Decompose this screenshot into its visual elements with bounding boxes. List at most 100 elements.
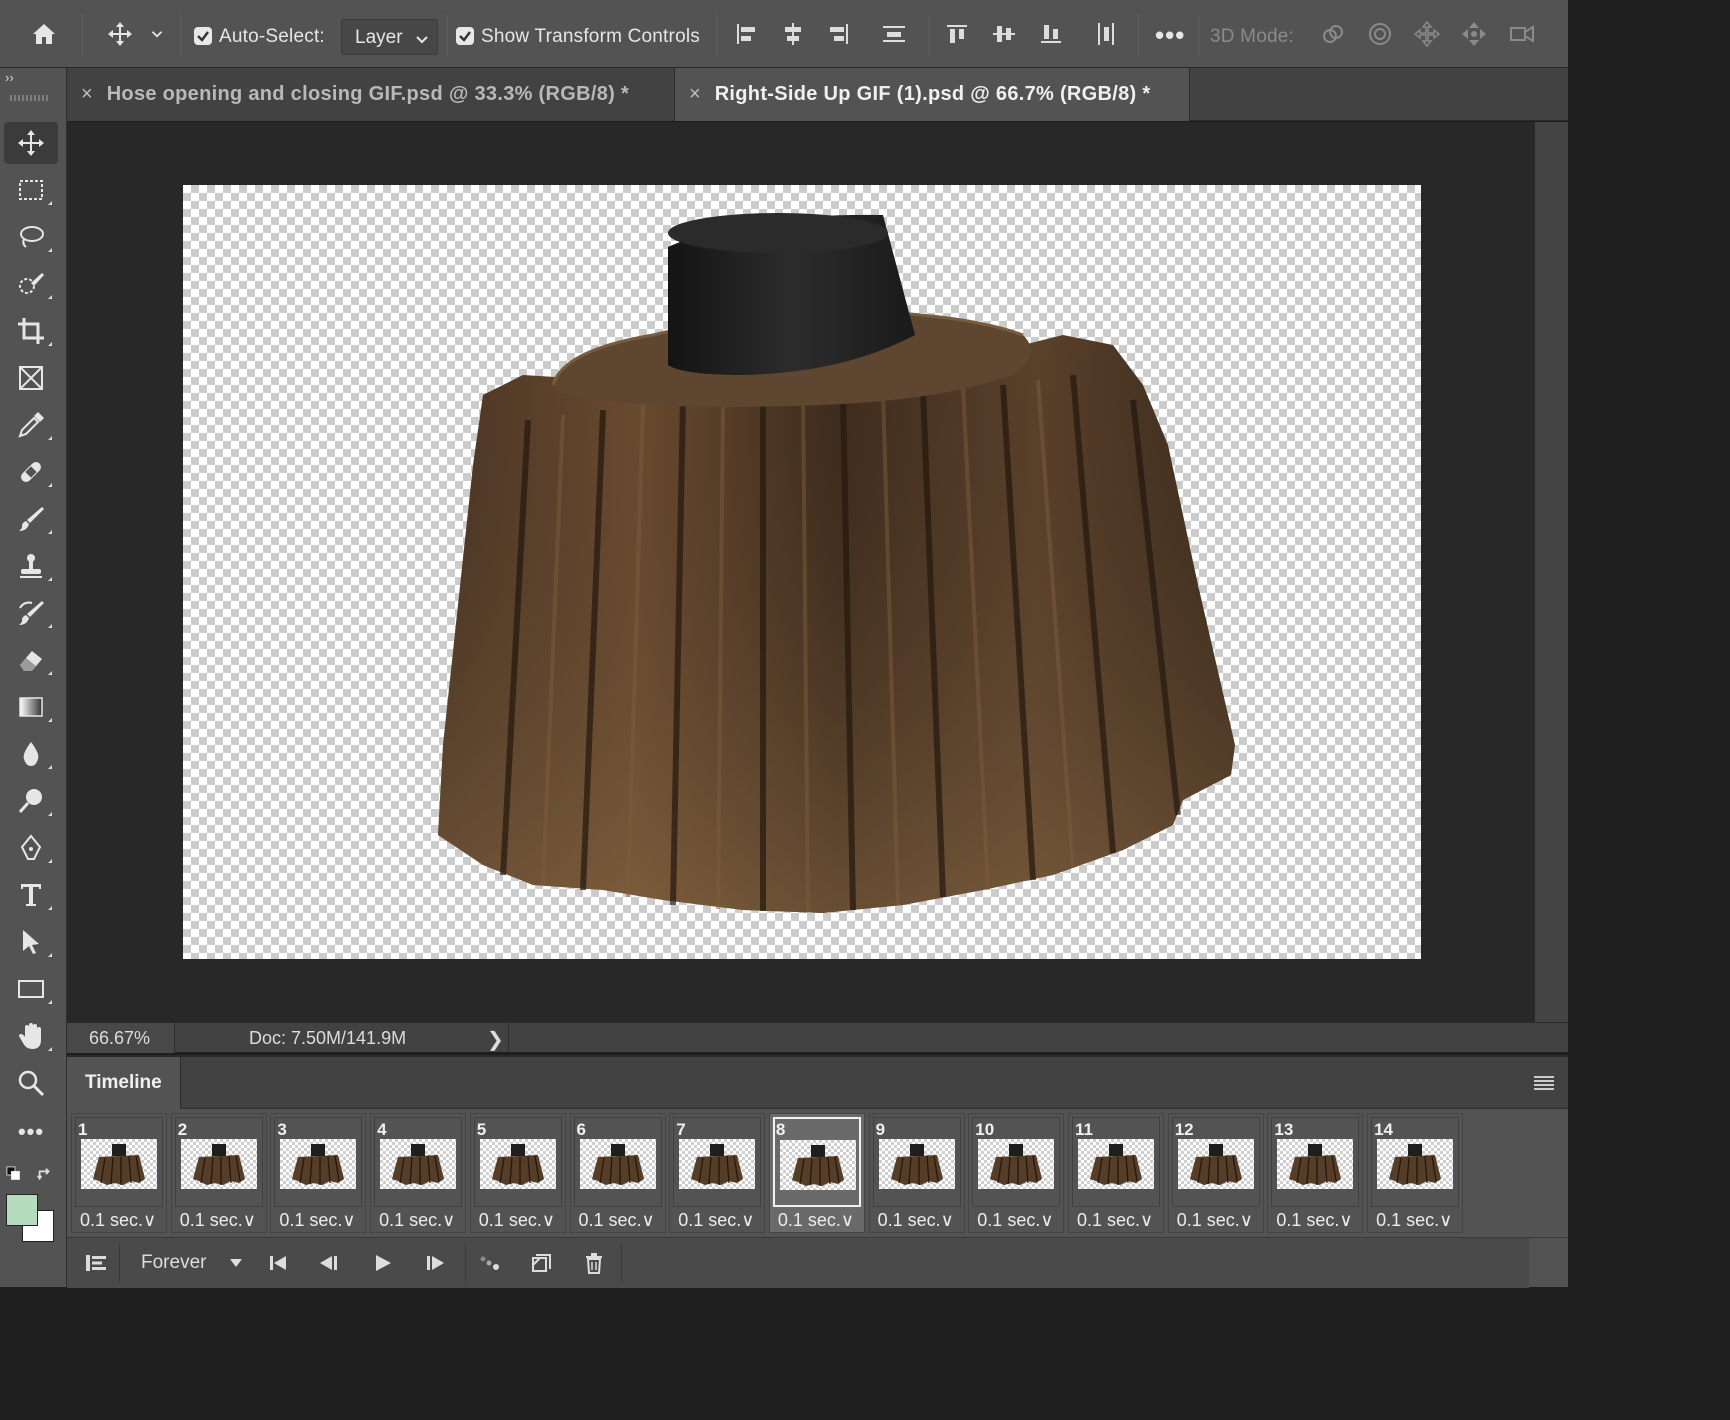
lasso-tool-button[interactable] (4, 216, 58, 258)
timeline-frame[interactable]: 6 0.1 sec.∨ (569, 1113, 666, 1233)
close-tab-icon[interactable]: × (81, 83, 93, 106)
play-icon[interactable] (368, 1248, 398, 1278)
document-tab[interactable]: × Hose opening and closing GIF.psd @ 33.… (67, 68, 673, 121)
foreground-color-swatch[interactable] (6, 1194, 38, 1226)
brush-tool-button[interactable] (4, 498, 58, 540)
history-brush-tool-button[interactable] (4, 592, 58, 634)
toolbar-grip[interactable] (10, 95, 48, 101)
document-canvas[interactable] (183, 185, 1421, 959)
timeline-frame[interactable]: 4 0.1 sec.∨ (370, 1113, 467, 1233)
rectangle-tool-button[interactable] (4, 968, 58, 1010)
brush-icon (19, 507, 44, 531)
quick-selection-tool-button[interactable] (4, 263, 58, 305)
type-tool-button[interactable] (4, 874, 58, 916)
loop-options-dropdown[interactable]: Forever (125, 1246, 251, 1280)
hand-tool-button[interactable] (4, 1015, 58, 1057)
crop-tool-button[interactable] (4, 310, 58, 352)
timeline-frame[interactable]: 7 0.1 sec.∨ (669, 1113, 766, 1233)
path-selection-tool-button[interactable] (4, 921, 58, 963)
frame-delay-dropdown[interactable]: 0.1 sec.∨ (778, 1210, 854, 1231)
history-brush-icon (19, 601, 44, 625)
close-tab-icon[interactable]: × (689, 83, 701, 106)
frame-delay-dropdown[interactable]: 0.1 sec.∨ (279, 1210, 355, 1231)
timeline-frame[interactable]: 1 0.1 sec.∨ (71, 1113, 167, 1233)
distribute-horizontal-icon[interactable] (878, 18, 910, 50)
orbit-3d-icon[interactable] (1316, 18, 1348, 50)
timeline-frame[interactable]: 3 0.1 sec.∨ (270, 1113, 367, 1233)
timeline-frame[interactable]: 9 0.1 sec.∨ (868, 1113, 965, 1233)
clone-stamp-tool-button[interactable] (4, 545, 58, 587)
panel-menu-icon[interactable] (1534, 1075, 1554, 1091)
align-right-icon[interactable] (823, 18, 855, 50)
frame-icon (19, 366, 43, 390)
auto-select-dropdown[interactable]: Layer (341, 19, 438, 55)
duplicate-frame-icon[interactable] (527, 1248, 557, 1278)
frame-tool-button[interactable] (4, 357, 58, 399)
frame-delay-dropdown[interactable]: 0.1 sec.∨ (678, 1210, 754, 1231)
timeline-frame[interactable]: 10 0.1 sec.∨ (968, 1113, 1065, 1233)
camera-3d-icon[interactable] (1506, 18, 1538, 50)
pen-tool-button[interactable] (4, 827, 58, 869)
collapse-toolbar-button[interactable]: ›› (5, 70, 14, 85)
align-left-icon[interactable] (730, 18, 762, 50)
document-tab-active[interactable]: × Right-Side Up GIF (1).psd @ 66.7% (RGB… (674, 68, 1190, 121)
timeline-frame[interactable]: 8 0.1 sec.∨ (768, 1113, 865, 1233)
chevron-down-icon[interactable] (144, 18, 170, 50)
timeline-frame[interactable]: 5 0.1 sec.∨ (469, 1113, 566, 1233)
convert-to-video-timeline-icon[interactable] (81, 1248, 111, 1278)
distribute-vertical-icon[interactable] (1090, 18, 1122, 50)
frame-delay-dropdown[interactable]: 0.1 sec.∨ (1376, 1210, 1452, 1231)
timeline-tab[interactable]: Timeline (67, 1057, 181, 1109)
timeline-frame[interactable]: 2 0.1 sec.∨ (170, 1113, 267, 1233)
gradient-tool-button[interactable] (4, 686, 58, 728)
show-transform-checkbox[interactable] (456, 27, 474, 45)
move-tool-button[interactable] (4, 122, 58, 164)
timeline-frame[interactable]: 13 0.1 sec.∨ (1267, 1113, 1364, 1233)
frame-delay-dropdown[interactable]: 0.1 sec.∨ (379, 1210, 455, 1231)
frame-delay-dropdown[interactable]: 0.1 sec.∨ (180, 1210, 256, 1231)
blur-tool-button[interactable] (4, 733, 58, 775)
default-colors-icon[interactable] (6, 1166, 24, 1184)
document-size-info[interactable]: Doc: 7.50M/141.9M (249, 1028, 406, 1049)
move-tool-icon[interactable] (104, 18, 136, 50)
align-center-vertical-icon[interactable] (988, 18, 1020, 50)
frame-delay-dropdown[interactable]: 0.1 sec.∨ (479, 1210, 555, 1231)
more-options-button[interactable]: ••• (1155, 20, 1185, 51)
align-center-horizontal-icon[interactable] (777, 18, 809, 50)
timeline-frame[interactable]: 11 0.1 sec.∨ (1068, 1113, 1164, 1233)
align-top-icon[interactable] (941, 18, 973, 50)
previous-frame-icon[interactable] (313, 1248, 343, 1278)
home-icon[interactable] (28, 18, 60, 50)
tween-icon[interactable] (475, 1248, 505, 1278)
eyedropper-tool-button[interactable] (4, 404, 58, 446)
auto-select-checkbox[interactable] (194, 27, 212, 45)
frame-delay-dropdown[interactable]: 0.1 sec.∨ (977, 1210, 1053, 1231)
pan-3d-icon[interactable] (1411, 18, 1443, 50)
frame-delay-dropdown[interactable]: 0.1 sec.∨ (80, 1210, 156, 1231)
delete-frame-icon[interactable] (579, 1248, 609, 1278)
timeline-frame[interactable]: 14 0.1 sec.∨ (1367, 1113, 1464, 1233)
first-frame-icon[interactable] (263, 1248, 293, 1278)
timeline-frame[interactable]: 12 0.1 sec.∨ (1167, 1113, 1264, 1233)
marquee-tool-button[interactable] (4, 169, 58, 211)
align-bottom-icon[interactable] (1035, 18, 1067, 50)
frame-delay-dropdown[interactable]: 0.1 sec.∨ (1276, 1210, 1352, 1231)
roll-3d-icon[interactable] (1364, 18, 1396, 50)
frame-delay-dropdown[interactable]: 0.1 sec.∨ (1177, 1210, 1253, 1231)
edit-toolbar-button[interactable]: ••• (4, 1111, 58, 1153)
next-frame-icon[interactable] (421, 1248, 451, 1278)
frame-delay-dropdown[interactable]: 0.1 sec.∨ (1077, 1210, 1153, 1231)
zoom-level-field[interactable]: 66.67% (67, 1023, 175, 1053)
slide-3d-icon[interactable] (1458, 18, 1490, 50)
frame-delay-dropdown[interactable]: 0.1 sec.∨ (579, 1210, 655, 1231)
healing-brush-tool-button[interactable] (4, 451, 58, 493)
canvas-area[interactable] (67, 122, 1535, 1022)
swap-colors-icon[interactable] (36, 1166, 54, 1184)
zoom-tool-button[interactable] (4, 1062, 58, 1104)
vertical-scroll-area[interactable] (1535, 122, 1568, 1022)
dodge-tool-button[interactable] (4, 780, 58, 822)
frame-number: 2 (177, 1120, 188, 1139)
eraser-tool-button[interactable] (4, 639, 58, 681)
frame-delay-dropdown[interactable]: 0.1 sec.∨ (878, 1210, 954, 1231)
status-menu-arrow-icon[interactable]: ❯ (487, 1027, 504, 1052)
